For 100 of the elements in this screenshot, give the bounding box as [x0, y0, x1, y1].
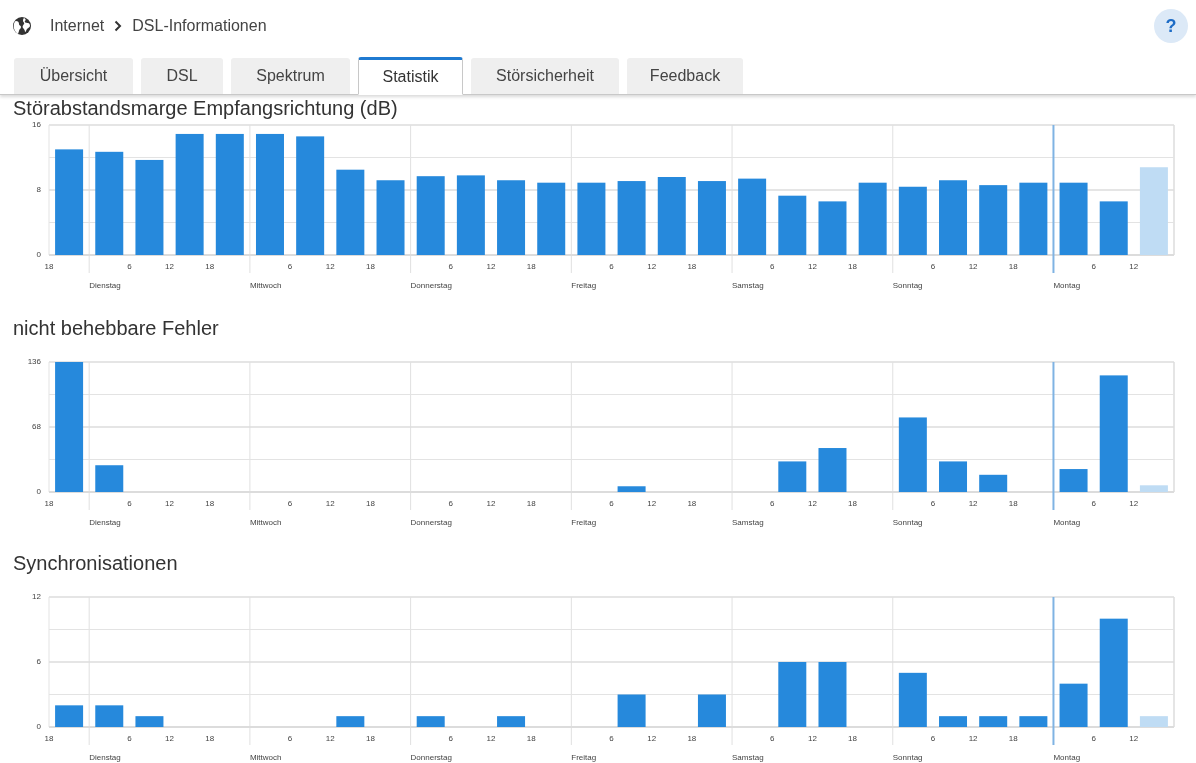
bar — [416, 716, 445, 727]
axis-label: 0 — [36, 722, 41, 731]
bar — [898, 672, 927, 727]
axis-label: 68 — [32, 422, 41, 431]
axis-label: 12 — [325, 499, 335, 508]
axis-label: 6 — [930, 262, 936, 271]
axis-label: 6 — [448, 499, 453, 508]
chart-title: Störabstandsmarge Empfangsrichtung (dB) — [12, 96, 399, 119]
axis-label: 6 — [127, 262, 132, 271]
chart-title: nicht behebbare Fehler — [12, 316, 220, 341]
bar — [778, 461, 807, 492]
chart-title: Synchronisationen — [12, 551, 179, 576]
axis-label: 12 — [325, 734, 335, 743]
axis-label: 12 — [647, 499, 657, 508]
axis-label: 12 — [486, 499, 496, 508]
axis-label: 6 — [1091, 262, 1096, 271]
axis-label: 18 — [526, 262, 536, 271]
tab[interactable]: Statistik — [358, 57, 463, 95]
axis-label: 6 — [770, 734, 775, 743]
axis-label: 12 — [165, 734, 174, 743]
axis-label: 12 — [165, 499, 174, 508]
day-label: Montag — [1053, 518, 1081, 527]
bar — [818, 448, 847, 492]
bar — [617, 486, 646, 492]
bar — [95, 465, 124, 492]
axis-label: 0 — [36, 250, 41, 259]
axis-label: 18 — [44, 262, 54, 271]
axis-label: 136 — [27, 357, 41, 366]
axis-label: 12 — [647, 262, 657, 271]
bar — [939, 716, 967, 727]
axis-label: 12 — [807, 262, 817, 271]
bar — [1059, 683, 1088, 727]
axis-label: 12 — [325, 262, 335, 271]
axis-label: 6 — [609, 499, 614, 508]
axis-label: 18 — [848, 499, 857, 508]
axis-label: 6 — [287, 262, 293, 271]
axis-label: 18 — [44, 734, 54, 743]
tab[interactable]: Störsicherheit — [471, 58, 619, 94]
bar — [979, 716, 1008, 727]
bar — [979, 185, 1008, 255]
axis-label: 18 — [687, 734, 697, 743]
axis-label: 18 — [1008, 499, 1018, 508]
bar — [1139, 485, 1168, 492]
axis-label: 6 — [930, 734, 936, 743]
axis-label: 6 — [609, 262, 614, 271]
day-label: Montag — [1053, 753, 1081, 762]
day-label: Mittwoch — [249, 281, 282, 290]
bar — [818, 201, 847, 255]
tab[interactable]: Übersicht — [14, 58, 133, 94]
axis-label: 6 — [448, 262, 453, 271]
bar — [1059, 469, 1088, 492]
bar — [336, 716, 365, 727]
axis-label: 18 — [366, 734, 375, 743]
axis-label: 18 — [205, 734, 215, 743]
day-label: Mittwoch — [249, 518, 282, 527]
axis-label: 12 — [32, 592, 41, 601]
axis-label: 12 — [807, 499, 817, 508]
tab[interactable]: Feedback — [627, 58, 743, 94]
bar — [1099, 201, 1128, 255]
breadcrumb-link[interactable]: Internet — [50, 14, 105, 38]
breadcrumb-current: DSL-Informationen — [132, 16, 267, 36]
tab[interactable]: DSL — [141, 58, 223, 94]
tab[interactable]: Spektrum — [231, 58, 350, 94]
axis-label: 6 — [609, 734, 614, 743]
day-label: Donnerstag — [410, 753, 452, 762]
day-label: Samstag — [732, 281, 764, 290]
axis-label: 18 — [366, 262, 375, 271]
axis-label: 6 — [127, 734, 132, 743]
chevron-icon — [114, 20, 123, 32]
axis-label: 6 — [1091, 499, 1096, 508]
axis-label: 6 — [770, 499, 775, 508]
axis-label: 18 — [526, 734, 536, 743]
axis-label: 6 — [36, 657, 41, 666]
day-label: Dienstag — [89, 281, 121, 290]
help-button[interactable]: ? — [1154, 9, 1188, 43]
bar — [1019, 716, 1048, 727]
axis-label: 18 — [205, 262, 215, 271]
axis-label: 6 — [1091, 734, 1096, 743]
day-label: Sonntag — [892, 753, 923, 762]
axis-label: 12 — [165, 262, 174, 271]
day-label: Dienstag — [89, 518, 121, 527]
axis-label: 18 — [1008, 734, 1018, 743]
day-label: Donnerstag — [410, 281, 452, 290]
globe-icon — [12, 16, 32, 36]
day-label: Dienstag — [89, 753, 121, 762]
axis-label: 6 — [287, 499, 293, 508]
axis-label: 18 — [44, 499, 54, 508]
day-label: Samstag — [732, 518, 764, 527]
axis-label: 8 — [36, 185, 41, 194]
bar — [497, 716, 526, 727]
day-label: Donnerstag — [410, 518, 452, 527]
day-label: Samstag — [732, 753, 764, 762]
axis-label: 12 — [647, 734, 657, 743]
axis-label: 18 — [687, 262, 697, 271]
axis-label: 6 — [770, 262, 775, 271]
axis-label: 18 — [848, 262, 857, 271]
axis-label: 18 — [1008, 262, 1018, 271]
bar — [818, 662, 847, 727]
bar — [95, 705, 124, 727]
axis-label: 16 — [32, 120, 41, 129]
